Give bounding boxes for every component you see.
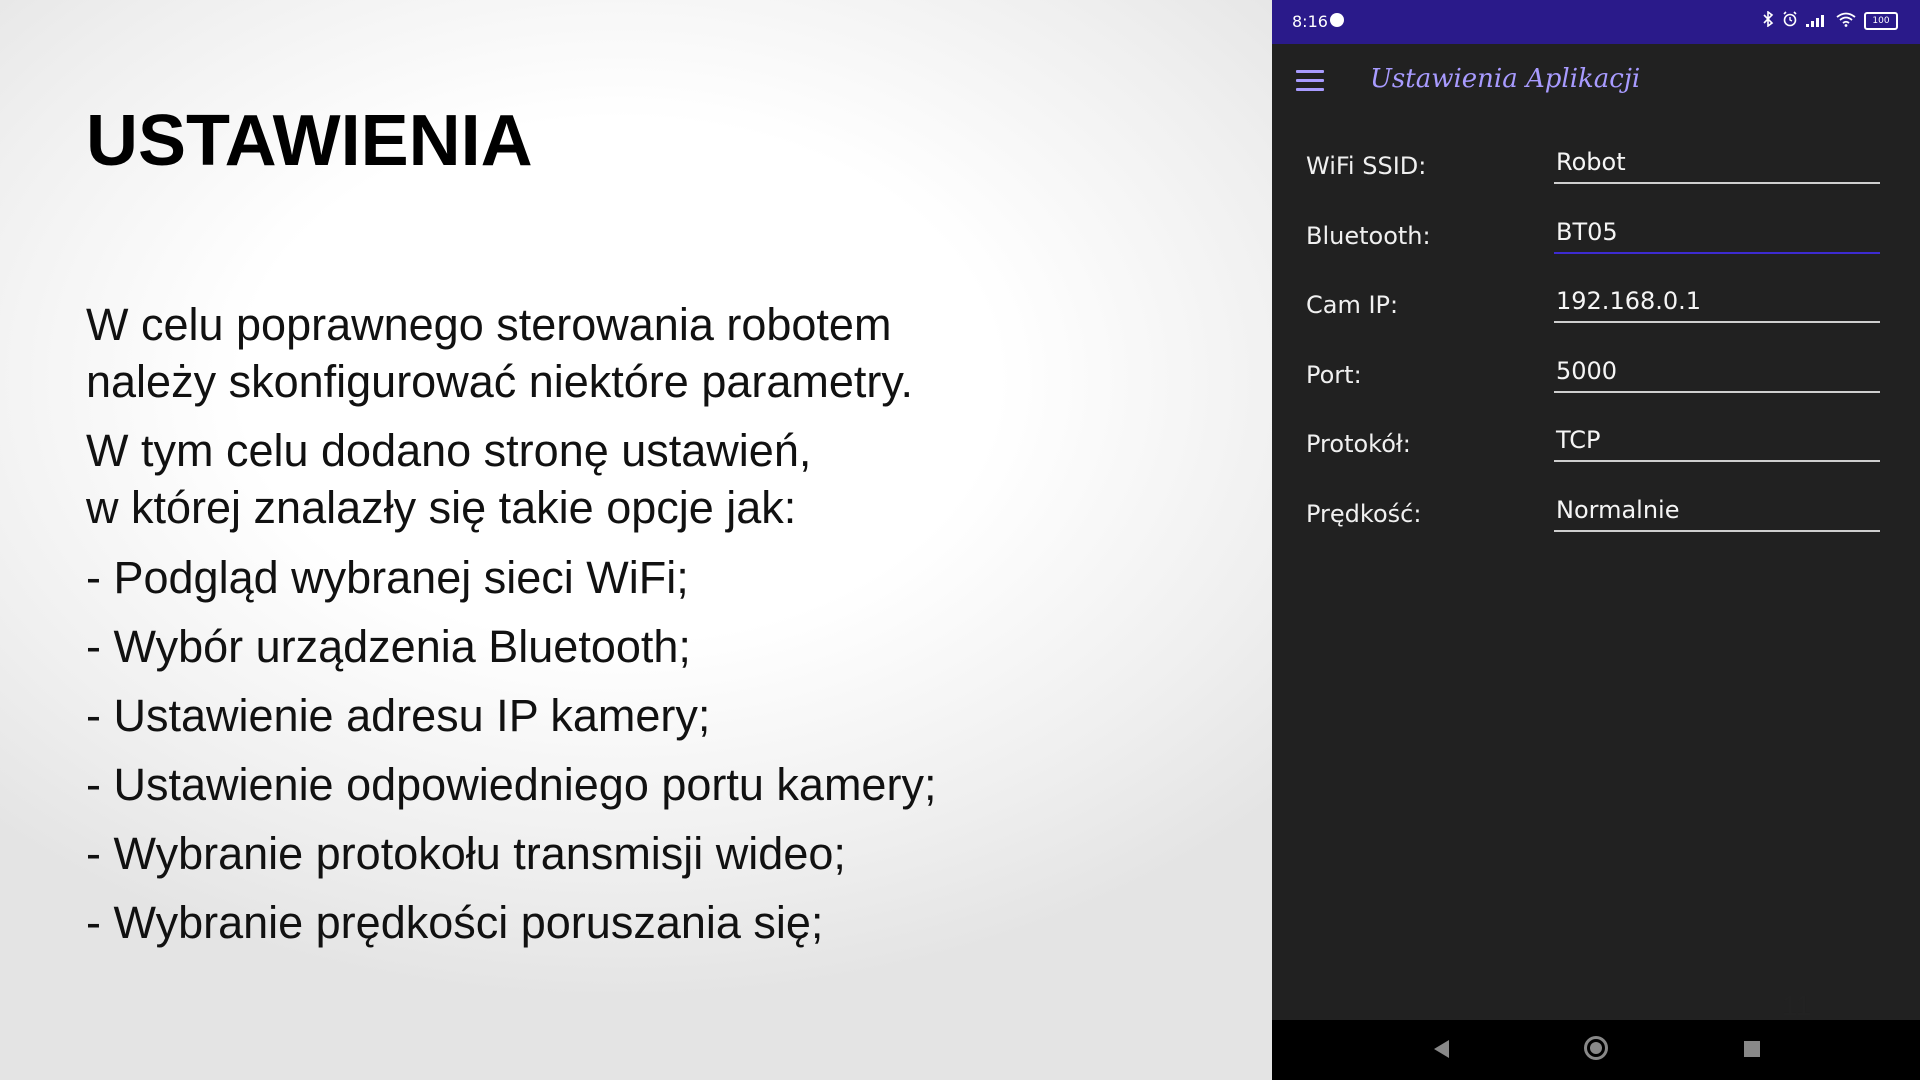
setting-label: Bluetooth: [1306, 222, 1431, 250]
presentation-slide: USTAWIENIA W celu poprawnego sterowania … [0, 0, 1272, 1080]
slide-title: USTAWIENIA [86, 101, 533, 181]
app-title: Ustawienia Aplikacji [1370, 64, 1641, 94]
back-icon[interactable] [1434, 1040, 1449, 1058]
port-field[interactable]: 5000 [1554, 349, 1880, 393]
wifi-icon [1836, 12, 1856, 31]
status-time: 8:16 [1292, 12, 1328, 31]
notification-icon [1330, 13, 1344, 27]
phone-screenshot: 8:16 100 Ustawienia Aplikacji WiFi SSID:… [1272, 0, 1920, 1080]
menu-icon[interactable] [1296, 70, 1324, 92]
slide-paragraph-line: W tym celu dodano stronę ustawień, [86, 425, 812, 476]
setting-row-cam-ip: Cam IP: 192.168.0.1 [1272, 279, 1920, 339]
slide-page-number: 11 [1782, 990, 1812, 1021]
setting-label: Cam IP: [1306, 291, 1399, 319]
setting-row-speed: Prędkość: Normalnie [1272, 488, 1920, 548]
wifi-ssid-field[interactable]: Robot [1554, 140, 1880, 184]
setting-label: WiFi SSID: [1306, 152, 1427, 180]
app-bar: Ustawienia Aplikacji [1272, 44, 1920, 118]
bluetooth-icon [1762, 10, 1774, 31]
slide-bullet: - Wybranie protokołu transmisji wideo; [86, 828, 846, 879]
setting-label: Protokół: [1306, 430, 1411, 458]
setting-row-port: Port: 5000 [1272, 349, 1920, 409]
home-icon[interactable] [1584, 1036, 1608, 1060]
speed-field[interactable]: Normalnie [1554, 488, 1880, 532]
signal-icon [1806, 12, 1828, 31]
navigation-bar [1272, 1020, 1920, 1080]
slide-paragraph-line: W celu poprawnego sterowania robotem [86, 299, 892, 350]
slide-paragraph-line: w której znalazły się takie opcje jak: [86, 482, 797, 533]
protocol-field[interactable]: TCP [1554, 418, 1880, 462]
setting-row-protocol: Protokół: TCP [1272, 418, 1920, 478]
status-icons: 100 [1762, 10, 1898, 31]
slide-bullet: - Ustawienie odpowiedniego portu kamery; [86, 759, 937, 810]
setting-label: Prędkość: [1306, 500, 1422, 528]
slide-bullet: - Wybranie prędkości poruszania się; [86, 897, 824, 948]
setting-row-wifi-ssid: WiFi SSID: Robot [1272, 140, 1920, 200]
bluetooth-field[interactable]: BT05 [1554, 210, 1880, 254]
slide-bullet: - Podgląd wybranej sieci WiFi; [86, 552, 689, 603]
battery-icon: 100 [1864, 12, 1898, 30]
setting-label: Port: [1306, 361, 1362, 389]
recent-apps-icon[interactable] [1744, 1041, 1760, 1057]
cam-ip-field[interactable]: 192.168.0.1 [1554, 279, 1880, 323]
slide-bullet: - Ustawienie adresu IP kamery; [86, 690, 711, 741]
alarm-icon [1782, 11, 1798, 31]
slide-paragraph-line: należy skonfigurować niektóre parametry. [86, 356, 914, 407]
setting-row-bluetooth: Bluetooth: BT05 [1272, 210, 1920, 270]
status-bar: 8:16 100 [1272, 0, 1920, 44]
slide-bullet: - Wybór urządzenia Bluetooth; [86, 621, 691, 672]
